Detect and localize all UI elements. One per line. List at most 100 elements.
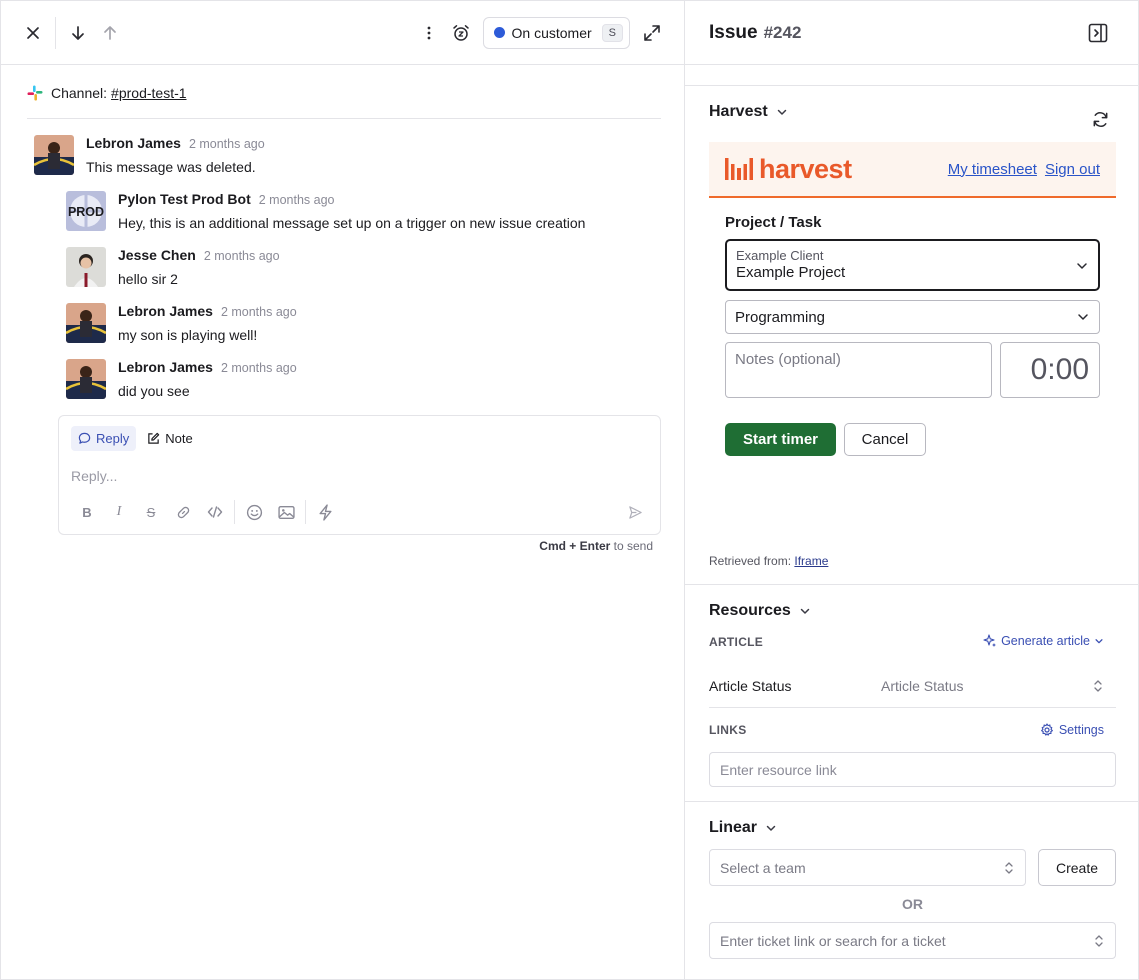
image-button[interactable] <box>270 498 302 526</box>
issue-title: Issue <box>709 21 758 43</box>
message-body: my son is playing well! <box>118 327 258 343</box>
settings-label: Settings <box>1058 723 1104 737</box>
link-icon <box>177 506 189 518</box>
project-select[interactable]: Example Client Example Project <box>725 239 1100 291</box>
chevron-down-icon <box>777 109 786 115</box>
previous-issue-button[interactable] <box>94 17 126 49</box>
link-button[interactable] <box>167 498 199 526</box>
timer-input[interactable]: 0:00 <box>1000 342 1100 398</box>
macros-button[interactable] <box>309 498 341 526</box>
message-author: Lebron James <box>118 303 213 319</box>
notes-input[interactable]: Notes (optional) <box>725 342 992 398</box>
sign-out-link[interactable]: Sign out <box>1045 161 1100 178</box>
links-heading: LINKS <box>709 723 747 737</box>
tab-reply[interactable]: Reply <box>71 426 137 451</box>
sidebar-panel-icon <box>1088 23 1108 42</box>
avatar-text: PROD <box>68 205 104 219</box>
team-select-placeholder: Select a team <box>720 859 806 876</box>
strikethrough-button[interactable]: S <box>135 498 167 526</box>
expand-icon <box>644 24 660 41</box>
avatar: PROD <box>66 191 106 231</box>
reply-input[interactable] <box>71 468 641 484</box>
next-issue-button[interactable] <box>62 17 94 49</box>
retrieved-from: Retrieved from: Iframe <box>709 554 828 568</box>
issue-sidebar: Issue #242 Harvest harvest My timesheet … <box>685 1 1138 979</box>
app-window: On customer S Channel: #prod-test-1 Lebr… <box>0 0 1139 980</box>
message-time: 2 months ago <box>188 137 265 151</box>
retrieved-label: Retrieved from: <box>709 554 792 568</box>
ticket-search-input[interactable]: Enter ticket link or search for a ticket <box>709 922 1116 959</box>
more-vertical-icon <box>427 26 430 39</box>
status-dropdown[interactable]: On customer S <box>482 16 630 49</box>
tab-note[interactable]: Note <box>140 426 199 451</box>
close-button[interactable] <box>17 17 49 49</box>
refresh-icon <box>1093 111 1107 127</box>
emoji-button[interactable] <box>238 498 270 526</box>
more-options-button[interactable] <box>413 17 445 49</box>
bold-button[interactable]: B <box>71 498 103 526</box>
message-time: 2 months ago <box>220 305 297 319</box>
italic-button[interactable]: I <box>103 498 135 526</box>
edit-note-icon <box>148 432 160 444</box>
project-task-label: Project / Task <box>725 214 822 231</box>
chevron-updown-icon <box>1005 861 1013 874</box>
resource-link-input[interactable]: Enter resource link <box>709 752 1116 787</box>
message-item: Lebron James 2 months ago This message wa… <box>34 135 265 175</box>
linear-section-title: Linear <box>709 819 758 836</box>
message-author: Lebron James <box>86 135 181 151</box>
code-button[interactable] <box>199 498 231 526</box>
status-dot <box>493 27 505 38</box>
toolbar-divider <box>234 500 235 524</box>
avatar <box>66 303 106 343</box>
linear-section: Linear Select a team Create OR Enter tic… <box>685 803 1138 980</box>
create-ticket-button[interactable]: Create <box>1038 849 1116 886</box>
channel-link[interactable]: #prod-test-1 <box>111 85 186 101</box>
toggle-sidebar-button[interactable] <box>1082 17 1114 49</box>
harvest-banner: harvest My timesheet Sign out <box>709 142 1116 198</box>
message-body: Hey, this is an additional message set u… <box>118 215 586 231</box>
lightning-icon <box>318 503 332 521</box>
snooze-button[interactable] <box>445 17 477 49</box>
channel-label: Channel: <box>51 84 108 101</box>
task-select[interactable]: Programming <box>725 300 1100 334</box>
channel-header: Channel: #prod-test-1 <box>27 81 661 119</box>
status-label: On customer <box>511 24 592 41</box>
message-author: Lebron James <box>118 359 213 375</box>
resources-section-toggle[interactable]: Resources <box>709 602 811 620</box>
composer-tabs: Reply Note <box>71 426 204 451</box>
generate-article-button[interactable]: Generate article <box>983 634 1108 648</box>
avatar <box>66 359 106 399</box>
my-timesheet-link[interactable]: My timesheet <box>948 161 1037 178</box>
generate-article-label: Generate article <box>1001 634 1090 648</box>
slack-icon <box>27 85 43 100</box>
status-shortcut-badge: S <box>601 23 623 42</box>
snooze-alarm-icon <box>452 24 469 41</box>
tab-reply-label: Reply <box>96 431 130 446</box>
article-status-select[interactable]: Article Status <box>881 678 963 694</box>
gear-icon <box>1040 723 1053 736</box>
send-icon <box>628 505 642 519</box>
start-timer-button[interactable]: Start timer <box>725 423 836 456</box>
harvest-section-toggle[interactable]: Harvest <box>709 103 788 121</box>
chevron-updown-icon <box>1095 934 1103 947</box>
expand-button[interactable] <box>636 17 668 49</box>
harvest-logo: harvest <box>725 154 852 185</box>
message-author: Pylon Test Prod Bot <box>118 191 251 207</box>
sparkle-icon <box>983 634 997 647</box>
cancel-button[interactable]: Cancel <box>844 423 926 456</box>
iframe-link[interactable]: Iframe <box>794 554 828 568</box>
send-button[interactable] <box>619 498 651 526</box>
send-hint-keys: Cmd + Enter <box>539 539 611 553</box>
refresh-button[interactable] <box>1084 103 1116 135</box>
close-icon <box>27 26 39 39</box>
italic-icon: I <box>116 504 122 519</box>
message-item: Lebron James 2 months ago did you see <box>66 359 297 399</box>
links-settings-button[interactable]: Settings <box>1040 723 1104 737</box>
harvest-logo-icon <box>725 158 753 180</box>
team-select[interactable]: Select a team <box>709 849 1026 886</box>
article-status-label: Article Status <box>709 677 792 694</box>
chevron-down-icon <box>1078 314 1088 320</box>
harvest-logo-text: harvest <box>759 153 852 184</box>
linear-section-toggle[interactable]: Linear <box>709 819 777 837</box>
toolbar-divider <box>55 16 56 49</box>
